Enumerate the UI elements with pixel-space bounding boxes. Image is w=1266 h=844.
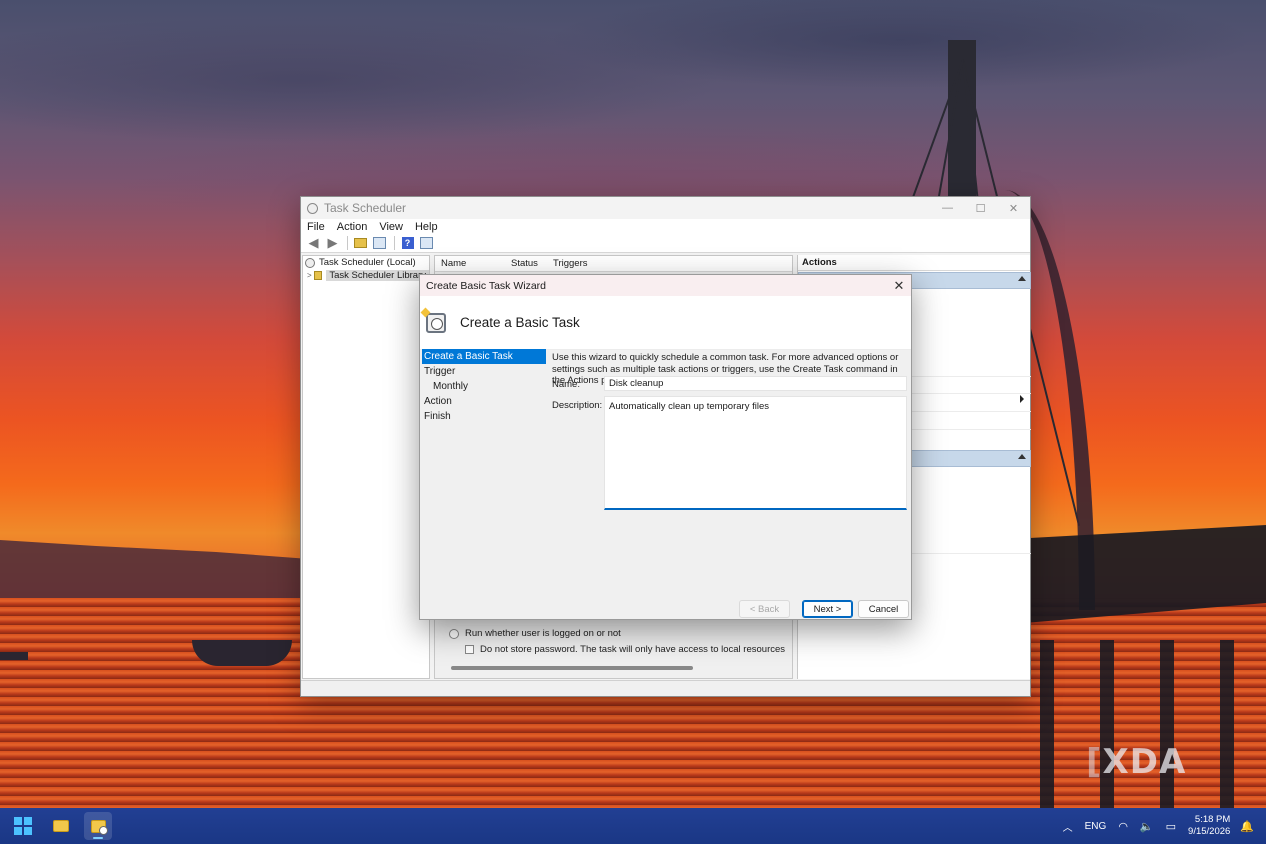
help-button[interactable]: ?: [399, 236, 416, 251]
wallpaper-pier-legs: [1040, 640, 1260, 808]
console-tree-icon: [373, 237, 386, 249]
name-input[interactable]: Disk cleanup: [604, 376, 907, 391]
task-clock-icon: [426, 312, 446, 333]
wizard-close-button[interactable]: ✕: [887, 278, 911, 294]
no-password-label: Do not store password. The task will onl…: [480, 644, 786, 655]
chevron-right-icon[interactable]: >: [307, 271, 314, 280]
folder-up-icon: [354, 238, 367, 248]
folder-icon: [314, 271, 323, 280]
create-basic-task-wizard: Create Basic Task Wizard ✕ Create a Basi…: [419, 274, 912, 620]
chevron-up-icon[interactable]: ︿: [1063, 819, 1073, 834]
xda-watermark: [XDA: [1086, 742, 1187, 782]
step-monthly[interactable]: Monthly: [422, 379, 546, 394]
tree-item-label: Task Scheduler Library: [326, 270, 429, 281]
column-name[interactable]: Name: [435, 258, 505, 269]
task-scheduler-icon: [90, 819, 108, 835]
notification-bell-icon[interactable]: 🔔: [1240, 820, 1254, 833]
wizard-steps: Create a Basic Task Trigger Monthly Acti…: [422, 349, 546, 424]
task-list-header: Name Status Triggers: [435, 256, 792, 272]
help-icon: ?: [401, 237, 414, 249]
clock-time: 5:18 PM: [1194, 814, 1231, 825]
maximize-button[interactable]: ☐: [964, 197, 997, 219]
wizard-titlebar[interactable]: Create Basic Task Wizard ✕: [420, 275, 911, 296]
step-finish[interactable]: Finish: [422, 409, 546, 424]
clock-icon: [305, 257, 315, 268]
wizard-title: Create Basic Task Wizard: [426, 279, 547, 292]
description-input[interactable]: Automatically clean up temporary files: [604, 396, 907, 510]
wifi-icon[interactable]: ◠: [1118, 820, 1128, 833]
back-button[interactable]: ◀: [305, 235, 322, 251]
wallpaper-boat: [0, 652, 28, 660]
menu-action[interactable]: Action: [337, 221, 368, 233]
no-password-option[interactable]: Do not store password. The task will onl…: [465, 644, 785, 655]
menu-view[interactable]: View: [379, 221, 403, 233]
window-title: Task Scheduler: [324, 201, 407, 215]
toolbar-separator: [347, 236, 348, 250]
arrow-left-icon: ◀: [308, 235, 319, 250]
close-button[interactable]: ✕: [997, 197, 1030, 219]
menu-file[interactable]: File: [307, 221, 325, 233]
step-create-basic-task[interactable]: Create a Basic Task: [422, 349, 546, 364]
forward-button[interactable]: ▶: [324, 235, 341, 251]
actions-title: Actions: [798, 255, 1030, 271]
horizontal-scrollbar[interactable]: [451, 666, 693, 670]
toolbar-separator: [394, 236, 395, 250]
clock[interactable]: 5:18 PM 9/15/2026: [1188, 814, 1230, 838]
show-hide-tree-button[interactable]: [371, 236, 388, 251]
name-label: Name:: [552, 379, 580, 390]
collapse-up-icon[interactable]: [1018, 276, 1026, 281]
cancel-button[interactable]: Cancel: [858, 600, 909, 618]
windows-start-icon[interactable]: [14, 817, 32, 835]
step-trigger[interactable]: Trigger: [422, 364, 546, 379]
status-bar: [301, 680, 1030, 696]
clock-date: 9/15/2026: [1188, 826, 1231, 837]
toolbar: ◀ ▶ ?: [301, 234, 1030, 253]
column-status[interactable]: Status: [505, 258, 547, 269]
minimize-button[interactable]: —: [931, 197, 964, 219]
active-indicator: [93, 837, 103, 839]
description-label: Description:: [552, 400, 603, 411]
tree-item-library[interactable]: > Task Scheduler Library: [307, 269, 429, 282]
clock-app-icon: [307, 202, 318, 214]
checkbox[interactable]: [465, 645, 474, 654]
taskbar: ︿ ENG ◠ 🔈 ▭ 5:18 PM 9/15/2026 🔔: [0, 808, 1266, 844]
wizard-heading: Create a Basic Task: [460, 315, 580, 330]
language-indicator[interactable]: ENG: [1085, 821, 1107, 832]
tree-item-root[interactable]: Task Scheduler (Local): [303, 256, 429, 269]
submenu-arrow-icon[interactable]: [1020, 395, 1024, 403]
step-action[interactable]: Action: [422, 394, 546, 409]
run-whether-label: Run whether user is logged on or not: [465, 628, 621, 639]
console-tree: Task Scheduler (Local) > Task Scheduler …: [302, 255, 430, 679]
show-hide-action-pane-button[interactable]: [418, 236, 435, 251]
column-triggers[interactable]: Triggers: [547, 258, 588, 269]
tree-item-label: Task Scheduler (Local): [319, 257, 416, 268]
collapse-up-icon[interactable]: [1018, 454, 1026, 459]
wallpaper-boat: [192, 640, 292, 666]
window-titlebar[interactable]: Task Scheduler — ☐ ✕: [301, 197, 1030, 219]
menu-bar: File Action View Help: [301, 219, 1030, 234]
radio-button[interactable]: [449, 628, 459, 639]
back-button[interactable]: < Back: [739, 600, 790, 618]
up-folder-button[interactable]: [352, 236, 369, 251]
action-pane-icon: [420, 237, 433, 249]
file-explorer-button[interactable]: [50, 815, 72, 837]
task-scheduler-taskbar-button[interactable]: [84, 812, 112, 840]
wizard-header: Create a Basic Task: [420, 296, 911, 350]
menu-help[interactable]: Help: [415, 221, 438, 233]
run-whether-option[interactable]: Run whether user is logged on or not: [449, 628, 621, 639]
system-tray: ︿ ENG ◠ 🔈 ▭ 5:18 PM 9/15/2026 🔔: [1063, 814, 1266, 838]
volume-icon[interactable]: 🔈: [1140, 820, 1154, 833]
arrow-right-icon: ▶: [327, 235, 338, 250]
folder-icon: [53, 820, 69, 832]
next-button[interactable]: Next >: [802, 600, 853, 618]
battery-icon[interactable]: ▭: [1166, 820, 1176, 833]
